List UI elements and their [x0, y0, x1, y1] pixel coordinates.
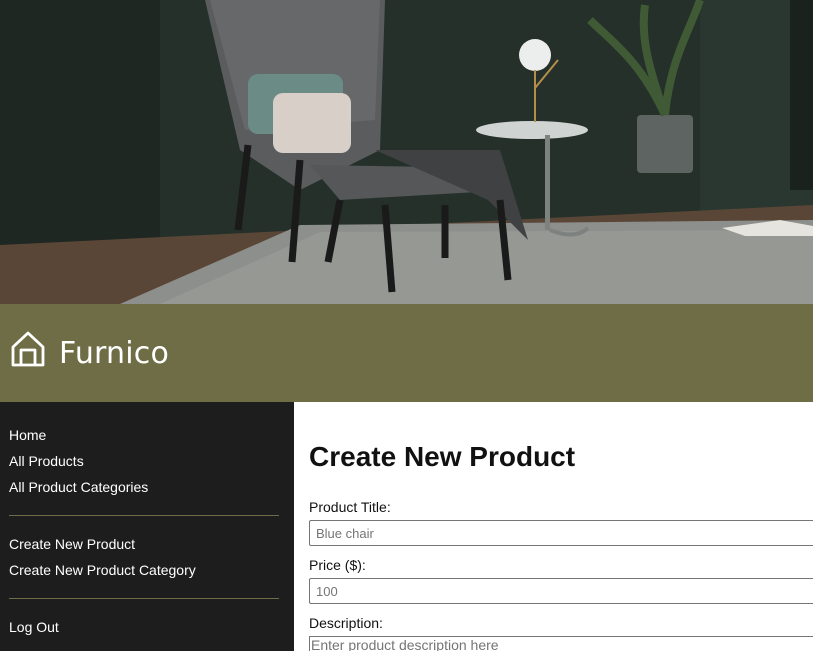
sidebar-divider — [9, 598, 279, 599]
sidebar-item-all-products[interactable]: All Products — [9, 453, 84, 469]
hero-image — [0, 0, 813, 304]
sidebar-item-home[interactable]: Home — [9, 427, 46, 443]
sidebar-item-create-new-product[interactable]: Create New Product — [9, 536, 135, 552]
sidebar-nav: Home All Products All Product Categories… — [0, 402, 294, 651]
price-label: Price ($): — [309, 557, 366, 573]
sidebar-item-create-new-product-category[interactable]: Create New Product Category — [9, 562, 196, 578]
home-icon — [11, 331, 45, 367]
description-textarea[interactable] — [309, 636, 813, 651]
description-label: Description: — [309, 615, 383, 631]
price-input[interactable] — [309, 578, 813, 604]
product-title-label: Product Title: — [309, 499, 391, 515]
main-content: Create New Product Product Title: Price … — [294, 402, 813, 651]
home-logo-link[interactable] — [10, 330, 46, 368]
page-title: Create New Product — [309, 441, 576, 472]
sidebar-item-all-product-categories[interactable]: All Product Categories — [9, 479, 148, 495]
hero-illustration — [0, 0, 813, 304]
product-title-input[interactable] — [309, 520, 813, 546]
sidebar-divider — [9, 515, 279, 516]
brand-name: Furnico — [59, 336, 170, 371]
sidebar-item-log-out[interactable]: Log Out — [9, 619, 59, 635]
